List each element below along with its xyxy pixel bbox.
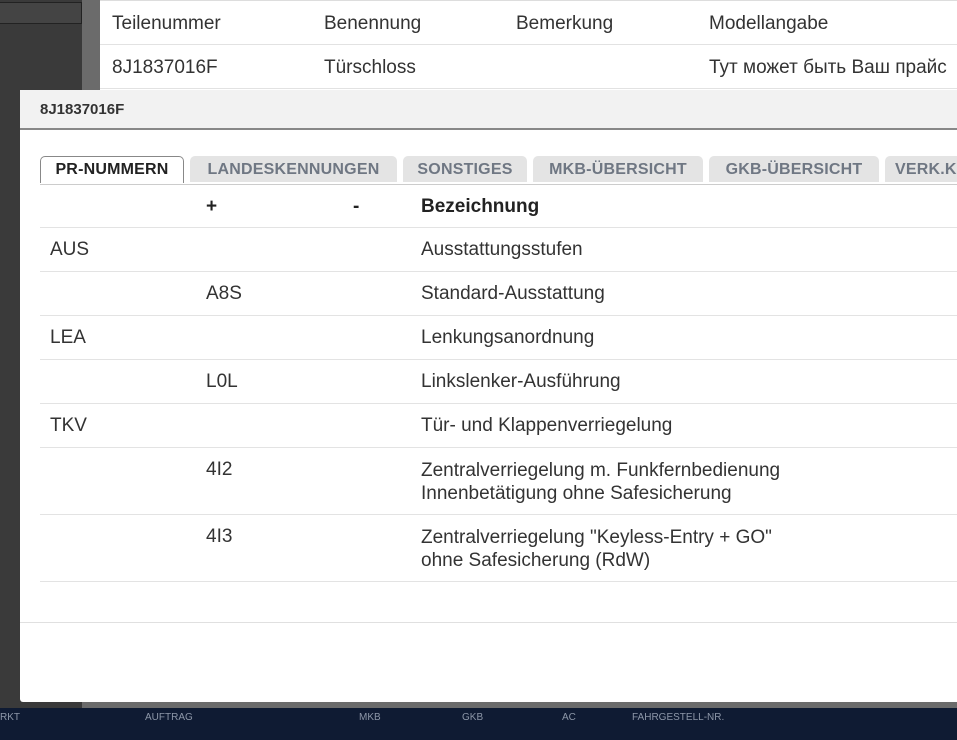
footer-label-fahrgestell-nr: FAHRGESTELL-NR. (632, 712, 725, 723)
cell-desc-line: ohne Safesicherung (RdW) (421, 550, 651, 571)
footer-label-rkt: RKT (0, 712, 20, 723)
tab-verk[interactable]: VERK.K (885, 156, 957, 182)
tab-pr-nummern[interactable]: PR-NUMMERN (40, 156, 184, 183)
table-row: AUS Ausstattungsstufen (40, 228, 957, 272)
footer-label-auftrag: AUFTRAG (145, 712, 193, 723)
cell-desc: Zentralverriegelung "Keyless-Entry + GO"… (421, 526, 772, 572)
footer-label-mkb: MKB (359, 712, 381, 723)
cell-group: TKV (50, 415, 87, 436)
cell-desc: Linkslenker-Ausführung (421, 371, 621, 392)
cell-desc-line: Innenbetätigung ohne Safesicherung (421, 483, 732, 504)
dialog-header: 8J1837016F (20, 90, 957, 130)
tab-landeskennungen[interactable]: LANDESKENNUNGEN (190, 156, 397, 182)
pr-numbers-dialog: 8J1837016F PR-NUMMERN LANDESKENNUNGEN SO… (20, 90, 957, 702)
tab-mkb-uebersicht[interactable]: MKB-ÜBERSICHT (533, 156, 703, 182)
cell-plus: A8S (206, 283, 242, 304)
cell-desc: Lenkungsanordnung (421, 327, 595, 348)
table-row: L0L Linkslenker-Ausführung (40, 360, 957, 404)
background-table-row[interactable]: 8J1837016F Türschloss Тут может быть Ваш… (100, 45, 957, 89)
header-plus: + (206, 196, 218, 217)
bg-header-benennung: Benennung (324, 13, 422, 34)
tab-gkb-uebersicht[interactable]: GKB-ÜBERSICHT (709, 156, 879, 182)
background-sidebar-bar (0, 2, 82, 24)
bg-header-bemerkung: Bemerkung (516, 13, 614, 34)
table-row: 4I2 Zentralverriegelung m. Funkfernbedie… (40, 448, 957, 515)
bg-cell-modellangabe: Тут может быть Ваш прайс (709, 57, 947, 78)
cell-group: AUS (50, 239, 90, 260)
dialog-footer-divider (20, 622, 957, 623)
footer-label-ac: AC (562, 712, 576, 723)
cell-plus: 4I2 (206, 459, 233, 480)
cell-desc-line: Zentralverriegelung m. Funkfernbedienung (421, 460, 781, 481)
cell-desc: Zentralverriegelung m. Funkfernbedienung… (421, 459, 780, 505)
bg-cell-benennung: Türschloss (324, 57, 416, 78)
cell-plus: L0L (206, 371, 238, 392)
background-footer-bar: RKT AUFTRAG MKB GKB AC FAHRGESTELL-NR. (0, 708, 957, 740)
dialog-title: 8J1837016F (40, 101, 125, 118)
table-row: 4I3 Zentralverriegelung "Keyless-Entry +… (40, 515, 957, 582)
cell-desc: Ausstattungsstufen (421, 239, 583, 260)
table-row: A8S Standard-Ausstattung (40, 272, 957, 316)
dialog-tabs: PR-NUMMERN LANDESKENNUNGEN SONSTIGES MKB… (40, 156, 957, 184)
footer-label-gkb: GKB (462, 712, 484, 723)
cell-plus: 4I3 (206, 526, 233, 547)
header-minus: - (353, 196, 360, 217)
background-table-header: Teilenummer Benennung Bemerkung Modellan… (100, 1, 957, 45)
table-row: LEA Lenkungsanordnung (40, 316, 957, 360)
cell-desc: Tür- und Klappenverriegelung (421, 415, 673, 436)
bg-header-modellangabe: Modellangabe (709, 13, 829, 34)
tab-sonstiges[interactable]: SONSTIGES (403, 156, 527, 182)
background-parts-table: Teilenummer Benennung Bemerkung Modellan… (100, 0, 957, 91)
cell-desc-line: Zentralverriegelung "Keyless-Entry + GO" (421, 527, 772, 548)
cell-group: LEA (50, 327, 86, 348)
cell-desc: Standard-Ausstattung (421, 283, 605, 304)
table-header-row: + - Bezeichnung (40, 184, 957, 228)
bg-header-teilenummer: Teilenummer (112, 13, 221, 34)
header-bezeichnung: Bezeichnung (421, 196, 540, 217)
bg-cell-teilenummer: 8J1837016F (112, 57, 218, 78)
table-row: TKV Tür- und Klappenverriegelung (40, 404, 957, 448)
